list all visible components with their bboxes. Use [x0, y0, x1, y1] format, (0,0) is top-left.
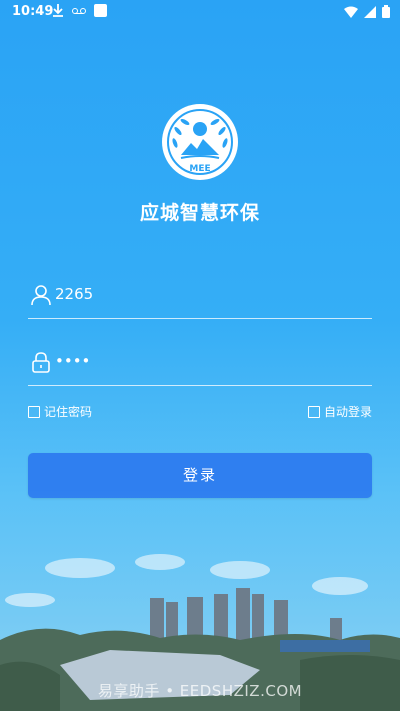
lock-icon [32, 352, 50, 373]
signal-icon [364, 5, 376, 18]
auto-login-checkbox[interactable]: 自动登录 [307, 403, 372, 420]
download-icon [53, 4, 63, 17]
password-field[interactable]: •••• [28, 345, 372, 386]
auto-login-label: 自动登录 [323, 405, 372, 419]
remember-checkbox-box[interactable] [28, 405, 40, 418]
mee-logo-icon: MEE [162, 104, 238, 180]
status-bar: 10:49 [0, 0, 400, 24]
notification-square-icon [94, 4, 107, 17]
voicemail-icon [72, 7, 86, 14]
username-input[interactable]: 2265 [55, 285, 355, 303]
battery-icon [382, 5, 390, 18]
wifi-icon [344, 6, 358, 18]
remember-password-label: 记住密码 [44, 405, 93, 419]
auto-login-checkbox-box[interactable] [307, 405, 320, 418]
logo-text: MEE [189, 164, 210, 174]
user-icon [31, 285, 51, 306]
username-field[interactable]: 2265 [28, 278, 372, 319]
app-title: 应城智慧环保 [139, 202, 260, 224]
password-input[interactable]: •••• [55, 352, 355, 370]
remember-password-checkbox[interactable]: 记住密码 [28, 403, 92, 420]
watermark-text: 易享助手 • EEDSHZIZ.COM [97, 682, 303, 700]
status-time: 10:49 [12, 4, 54, 19]
city-scenery-image [0, 490, 400, 711]
